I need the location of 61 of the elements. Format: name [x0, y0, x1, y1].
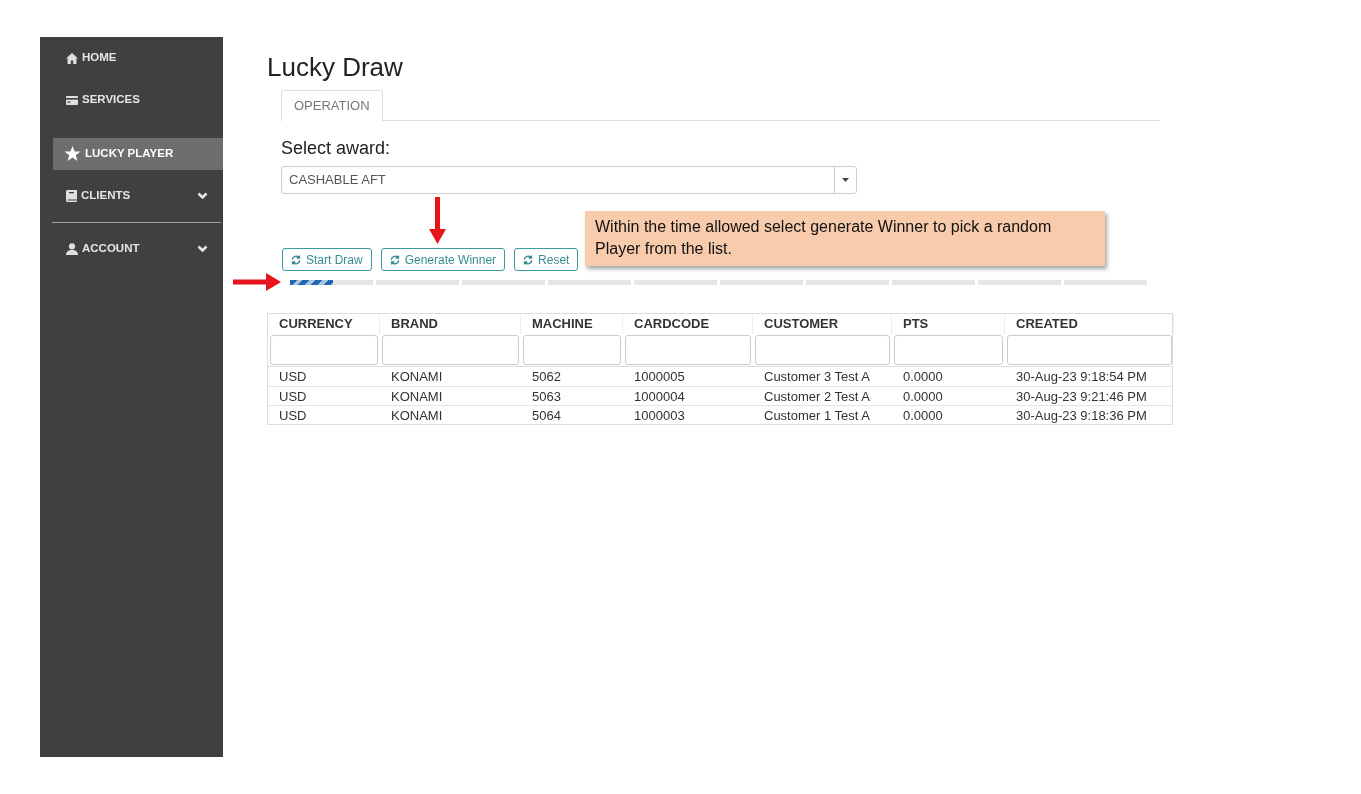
action-button[interactable]: Reset [514, 248, 579, 271]
column-header[interactable]: MACHINE [521, 314, 623, 334]
table-cell-text: 1000005 [633, 368, 686, 386]
award-select[interactable]: CASHABLE AFT [281, 166, 857, 194]
table-cell-text: Customer 1 Test A [763, 407, 871, 425]
table-cell-text: 0.0000 [902, 368, 944, 386]
sidebar-item[interactable]: ACCOUNT [53, 233, 223, 265]
table-cell-text: 0.0000 [902, 407, 944, 425]
table-cell-text: 30-Aug-23 9:18:36 PM [1015, 407, 1148, 425]
table-cell-text: USD [278, 407, 308, 425]
down-arrow-icon [429, 197, 446, 244]
column-header[interactable]: CURRENCY [268, 314, 380, 334]
action-button[interactable]: Start Draw [282, 248, 372, 271]
table-cell-text: 1000004 [633, 388, 686, 406]
action-button[interactable]: Generate Winner [380, 248, 506, 271]
star-icon [64, 146, 81, 162]
filter-field[interactable] [270, 335, 378, 365]
column-header[interactable]: PTS [892, 314, 1005, 334]
home-icon [66, 52, 78, 64]
filter-field[interactable] [894, 335, 1003, 365]
filter-field[interactable] [523, 335, 621, 365]
sidebar-item[interactable]: CLIENTS [53, 180, 223, 212]
column-header[interactable]: CARDCODE [623, 314, 753, 334]
table-cell-text: 5063 [531, 388, 562, 406]
sidebar-item[interactable]: SERVICES [53, 84, 223, 116]
right-arrow-icon [233, 273, 281, 291]
table-cell-text: 5064 [531, 407, 562, 425]
caret-icon [842, 178, 849, 182]
filter-field[interactable] [755, 335, 890, 365]
table-cell-text: KONAMI [390, 388, 444, 406]
table-cell-text: USD [278, 368, 308, 386]
table-cell-text: 5062 [531, 368, 562, 386]
table-cell-text: KONAMI [390, 407, 444, 425]
sidebar-item[interactable]: LUCKY PLAYER [53, 138, 223, 170]
tab[interactable]: OPERATION [281, 90, 383, 121]
chevron-down-icon [197, 245, 208, 253]
table-cell-text: 30-Aug-23 9:18:54 PM [1015, 368, 1148, 386]
refresh-icon [389, 254, 400, 265]
table-cell-text: KONAMI [390, 368, 444, 386]
column-header[interactable]: CREATED [1005, 314, 1174, 334]
page-title: Lucky Draw [267, 52, 403, 82]
filter-field[interactable] [382, 335, 519, 365]
card-icon [66, 95, 78, 105]
filter-field[interactable] [1007, 335, 1172, 365]
sidebar-item[interactable]: HOME [53, 42, 223, 74]
table-cell-text: USD [278, 388, 308, 406]
filter-field[interactable] [625, 335, 751, 365]
table-cell-text: 0.0000 [902, 388, 944, 406]
book-icon [66, 190, 77, 202]
column-header[interactable]: CUSTOMER [753, 314, 892, 334]
table-cell-text: 1000003 [633, 407, 686, 425]
refresh-icon [523, 254, 534, 265]
table-cell-text: Customer 2 Test A [763, 388, 871, 406]
table-cell-text: 30-Aug-23 9:21:46 PM [1015, 388, 1148, 406]
field-label: Select award: [281, 137, 391, 159]
callout-note: Within the time allowed select generate Winner to pick a random Player from the list. [585, 211, 1105, 266]
refresh-icon [291, 254, 301, 265]
user-icon [66, 243, 78, 255]
column-header[interactable]: BRAND [380, 314, 521, 334]
chevron-down-icon [197, 192, 208, 200]
table-cell-text: Customer 3 Test A [763, 368, 871, 386]
